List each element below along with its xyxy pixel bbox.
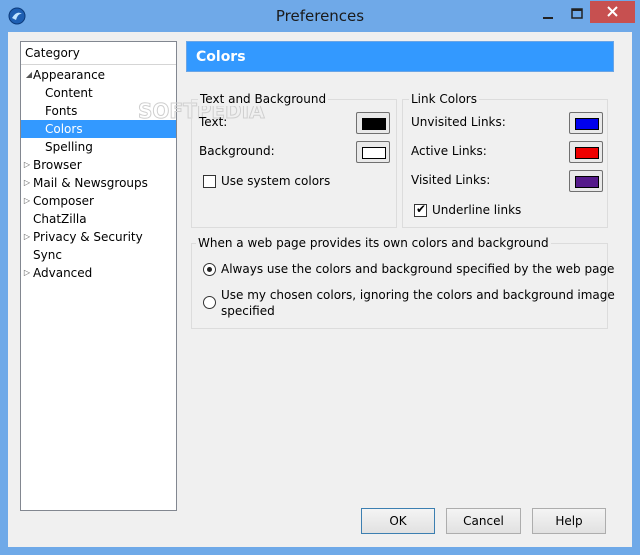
tree-item-label: Appearance bbox=[33, 68, 106, 82]
tree-item-label: Sync bbox=[33, 248, 62, 262]
tree-item-privacy-security[interactable]: ▷ Privacy & Security bbox=[21, 228, 176, 246]
minimize-button[interactable] bbox=[537, 4, 559, 24]
dialog-body: Category ◢ Appearance Content Fonts Colo… bbox=[8, 32, 632, 547]
page-heading: Colors bbox=[186, 41, 614, 72]
use-my-colors-label-line1[interactable]: Use my chosen colors, ignoring the color… bbox=[221, 288, 615, 302]
active-links-color-picker[interactable] bbox=[569, 141, 603, 163]
tree-item-label: Colors bbox=[45, 122, 83, 136]
radio-selected-dot bbox=[207, 267, 212, 272]
close-button[interactable] bbox=[590, 1, 635, 23]
tree-item-composer[interactable]: ▷ Composer bbox=[21, 192, 176, 210]
category-header: Category bbox=[21, 42, 176, 65]
text-background-group: Text and Background Text: Background: Us… bbox=[191, 92, 397, 228]
link-colors-group: Link Colors Unvisited Links: Active Link… bbox=[402, 92, 608, 228]
help-button[interactable]: Help bbox=[532, 508, 606, 534]
cancel-button-label: Cancel bbox=[463, 514, 504, 528]
tree-item-label: Privacy & Security bbox=[33, 230, 143, 244]
collapsed-twisty-icon[interactable]: ▷ bbox=[22, 156, 32, 174]
visited-links-label: Visited Links: bbox=[411, 173, 491, 187]
text-color-picker[interactable] bbox=[356, 112, 390, 134]
tree-item-label: Fonts bbox=[45, 104, 78, 118]
unvisited-links-swatch bbox=[575, 118, 599, 130]
tree-item-label: Browser bbox=[33, 158, 82, 172]
close-icon bbox=[607, 6, 618, 17]
page-colors-group: When a web page provides its own colors … bbox=[191, 236, 615, 329]
tree-item-label: Composer bbox=[33, 194, 94, 208]
active-links-swatch bbox=[575, 147, 599, 159]
underline-links-checkbox[interactable]: ✔ bbox=[414, 202, 427, 217]
tree-item-chatzilla[interactable]: ChatZilla bbox=[21, 210, 176, 228]
tree-item-browser[interactable]: ▷ Browser bbox=[21, 156, 176, 174]
background-color-label: Background: bbox=[199, 144, 275, 158]
preferences-window: Preferences Category ◢ Appearance Conten… bbox=[0, 0, 640, 555]
unvisited-links-label: Unvisited Links: bbox=[411, 115, 506, 129]
visited-links-swatch bbox=[575, 176, 599, 188]
maximize-button[interactable] bbox=[566, 4, 588, 24]
group-title: Text and Background bbox=[198, 92, 329, 106]
collapsed-twisty-icon[interactable]: ▷ bbox=[22, 264, 32, 282]
tree-item-mail-newsgroups[interactable]: ▷ Mail & Newsgroups bbox=[21, 174, 176, 192]
cancel-button[interactable]: Cancel bbox=[446, 508, 521, 534]
collapsed-twisty-icon[interactable]: ▷ bbox=[22, 228, 32, 246]
tree-item-label: Content bbox=[45, 86, 93, 100]
group-title: When a web page provides its own colors … bbox=[196, 236, 551, 250]
maximize-icon bbox=[571, 8, 583, 19]
tree-item-advanced[interactable]: ▷ Advanced bbox=[21, 264, 176, 282]
text-color-swatch bbox=[362, 118, 386, 130]
collapsed-twisty-icon[interactable]: ▷ bbox=[22, 192, 32, 210]
background-color-picker[interactable] bbox=[356, 141, 390, 163]
underline-links-label[interactable]: Underline links bbox=[432, 203, 521, 217]
text-color-label: Text: bbox=[199, 115, 228, 129]
checkmark-icon: ✔ bbox=[416, 202, 427, 216]
use-system-colors-label[interactable]: Use system colors bbox=[221, 174, 330, 188]
tree-item-appearance[interactable]: ◢ Appearance bbox=[21, 66, 176, 84]
unvisited-links-color-picker[interactable] bbox=[569, 112, 603, 134]
active-links-label: Active Links: bbox=[411, 144, 487, 158]
use-my-colors-label-line2[interactable]: specified bbox=[221, 304, 275, 318]
minimize-icon bbox=[543, 17, 553, 19]
tree-item-label: Advanced bbox=[33, 266, 93, 280]
tree-item-label: ChatZilla bbox=[33, 212, 87, 226]
always-use-page-colors-label[interactable]: Always use the colors and background spe… bbox=[221, 262, 614, 276]
tree-item-label: Mail & Newsgroups bbox=[33, 176, 148, 190]
tree-item-sync[interactable]: Sync bbox=[21, 246, 176, 264]
help-button-label: Help bbox=[555, 514, 583, 528]
always-use-page-colors-radio[interactable] bbox=[203, 263, 216, 276]
tree-item-spelling[interactable]: Spelling bbox=[21, 138, 176, 156]
ok-button[interactable]: OK bbox=[361, 508, 435, 534]
title-bar[interactable]: Preferences bbox=[0, 0, 640, 32]
background-color-swatch bbox=[362, 147, 386, 159]
ok-button-label: OK bbox=[389, 514, 407, 528]
collapsed-twisty-icon[interactable]: ▷ bbox=[22, 174, 32, 192]
tree-item-label: Spelling bbox=[45, 140, 93, 154]
group-title: Link Colors bbox=[409, 92, 479, 106]
visited-links-color-picker[interactable] bbox=[569, 170, 603, 192]
use-system-colors-checkbox[interactable] bbox=[203, 175, 216, 188]
use-my-colors-radio[interactable] bbox=[203, 296, 216, 309]
